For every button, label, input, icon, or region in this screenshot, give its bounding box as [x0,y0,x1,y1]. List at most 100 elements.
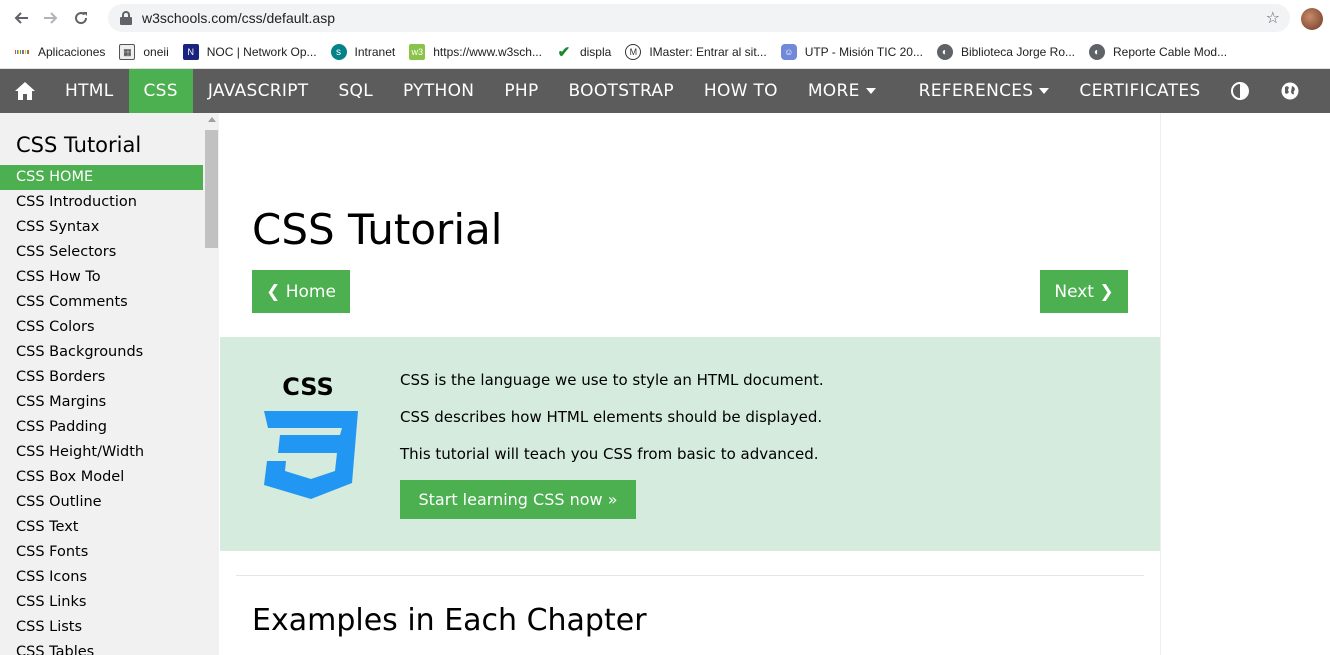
lock-icon[interactable] [120,11,132,25]
section-heading: Examples in Each Chapter [252,603,647,638]
nav-html[interactable]: HTML [50,69,129,113]
bookmark-displa[interactable]: ✔ displa [556,44,612,61]
bookmark-label: Reporte Cable Mod... [1113,45,1228,59]
css-logo-text: CSS [282,373,334,401]
nav-references[interactable]: REFERENCES [904,69,1065,113]
bookmark-biblioteca[interactable]: ◐ Biblioteca Jorge Ro... [936,44,1076,60]
bookmark-star-icon[interactable]: ☆ [1266,8,1280,27]
sidebar-item-how-to[interactable]: CSS How To [0,265,203,290]
w3schools-icon: w3 [409,44,426,60]
bookmark-utp[interactable]: ☺ UTP - Misión TIC 20... [780,44,923,60]
sidebar-item-tables[interactable]: CSS Tables [0,640,203,655]
right-pane [1160,113,1330,655]
bookmark-aplicaciones[interactable]: Aplicaciones [14,44,105,60]
sidebar-item-syntax[interactable]: CSS Syntax [0,215,203,240]
bookmark-label: https://www.w3sch... [433,45,542,59]
discord-icon: ☺ [780,44,797,60]
sidebar-item-outline[interactable]: CSS Outline [0,490,203,515]
scroll-thumb[interactable] [205,130,218,248]
sidebar-item-comments[interactable]: CSS Comments [0,290,203,315]
sidebar-item-padding[interactable]: CSS Padding [0,415,203,440]
bookmark-imaster[interactable]: M IMaster: Entrar al sit... [625,44,767,60]
nav-php[interactable]: PHP [489,69,553,113]
bookmark-label: UTP - Misión TIC 20... [804,45,923,59]
start-learning-button[interactable]: Start learning CSS now » [400,480,636,519]
intro-line-1: CSS is the language we use to style an H… [400,371,824,389]
page-title: CSS Tutorial [252,205,503,254]
forward-arrow-icon[interactable] [36,3,66,33]
contrast-icon[interactable] [1215,69,1265,113]
bookmark-label: NOC | Network Op... [206,45,317,59]
bookmark-reporte[interactable]: ◐ Reporte Cable Mod... [1089,44,1227,60]
sidebar-item-text[interactable]: CSS Text [0,515,203,540]
browser-toolbar: w3schools.com/css/default.asp ☆ [0,0,1330,36]
sidebar-item-borders[interactable]: CSS Borders [0,365,203,390]
bookmark-label: Intranet [354,45,396,59]
nav-more-label: MORE [807,81,860,101]
nav-sql[interactable]: SQL [323,69,388,113]
url-text[interactable]: w3schools.com/css/default.asp [142,10,335,26]
address-bar[interactable]: w3schools.com/css/default.asp ☆ [108,4,1290,32]
top-navigation: HTML CSS JAVASCRIPT SQL PYTHON PHP BOOTS… [0,69,1330,113]
intro-line-3: This tutorial will teach you CSS from ba… [400,445,819,463]
sidebar-item-margins[interactable]: CSS Margins [0,390,203,415]
home-button[interactable]: ❮ Home [252,270,350,313]
imaster-icon: M [625,44,642,60]
bookmark-oneii[interactable]: ▦ oneii [119,44,169,60]
sidebar-item-icons[interactable]: CSS Icons [0,565,203,590]
next-button[interactable]: Next ❯ [1040,270,1128,313]
sidebar-item-fonts[interactable]: CSS Fonts [0,540,203,565]
back-arrow-icon[interactable] [6,3,36,33]
nav-javascript[interactable]: JAVASCRIPT [193,69,324,113]
checkmark-icon: ✔ [557,44,571,61]
intro-panel: CSS CSS is the language we use to style … [220,337,1160,551]
caret-down-icon [1039,88,1050,94]
sidebar-item-backgrounds[interactable]: CSS Backgrounds [0,340,203,365]
sidebar-item-css-home[interactable]: CSS HOME [0,165,203,190]
oneii-icon: ▦ [119,44,136,60]
nav-bootstrap[interactable]: BOOTSTRAP [554,69,689,113]
sidebar-title: CSS Tutorial [16,133,142,157]
bookmark-label: oneii [143,45,169,59]
section-divider [236,575,1144,576]
nav-python[interactable]: PYTHON [388,69,489,113]
bookmark-w3schools[interactable]: w3 https://www.w3sch... [409,44,542,60]
sidebar: CSS Tutorial CSS HOME CSS Introduction C… [0,113,219,655]
scroll-up-arrow-icon[interactable] [208,117,216,122]
nav-references-label: REFERENCES [918,81,1034,101]
sidebar-item-box-model[interactable]: CSS Box Model [0,465,203,490]
sidebar-item-links[interactable]: CSS Links [0,590,203,615]
noc-icon: N [182,44,199,60]
bookmark-label: IMaster: Entrar al sit... [649,45,767,59]
sidebar-item-colors[interactable]: CSS Colors [0,315,203,340]
nav-howto[interactable]: HOW TO [689,69,793,113]
nav-css[interactable]: CSS [128,69,193,113]
intro-line-2: CSS describes how HTML elements should b… [400,408,823,426]
nav-certificates[interactable]: CERTIFICATES [1064,69,1215,113]
globe-icon: ◐ [1089,44,1106,60]
bookmark-label: Biblioteca Jorge Ro... [960,45,1076,59]
sidebar-menu: CSS HOME CSS Introduction CSS Syntax CSS… [0,165,203,655]
globe-icon[interactable] [1265,69,1315,113]
search-icon[interactable] [1315,69,1330,113]
caret-down-icon [865,88,876,94]
bookmark-noc[interactable]: N NOC | Network Op... [182,44,317,60]
main-content: CSS Tutorial ❮ Home Next ❯ CSS CSS is th… [220,113,1160,655]
bookmarks-bar: Aplicaciones ▦ oneii N NOC | Network Op.… [0,36,1330,69]
sidebar-item-introduction[interactable]: CSS Introduction [0,190,203,215]
sharepoint-icon: s [330,44,347,60]
bookmark-intranet[interactable]: s Intranet [330,44,396,60]
reload-icon[interactable] [66,3,96,33]
sidebar-item-lists[interactable]: CSS Lists [0,615,203,640]
sidebar-item-selectors[interactable]: CSS Selectors [0,240,203,265]
profile-avatar[interactable] [1301,8,1323,30]
sidebar-scrollbar[interactable] [204,113,219,655]
globe-icon: ◐ [936,44,953,60]
home-icon[interactable] [0,69,50,113]
apps-icon [14,44,30,60]
nav-more[interactable]: MORE [793,69,891,113]
bookmark-label: Aplicaciones [38,45,106,59]
css3-logo-icon: CSS [264,373,358,499]
bookmark-label: displa [579,45,612,59]
sidebar-item-height-width[interactable]: CSS Height/Width [0,440,203,465]
